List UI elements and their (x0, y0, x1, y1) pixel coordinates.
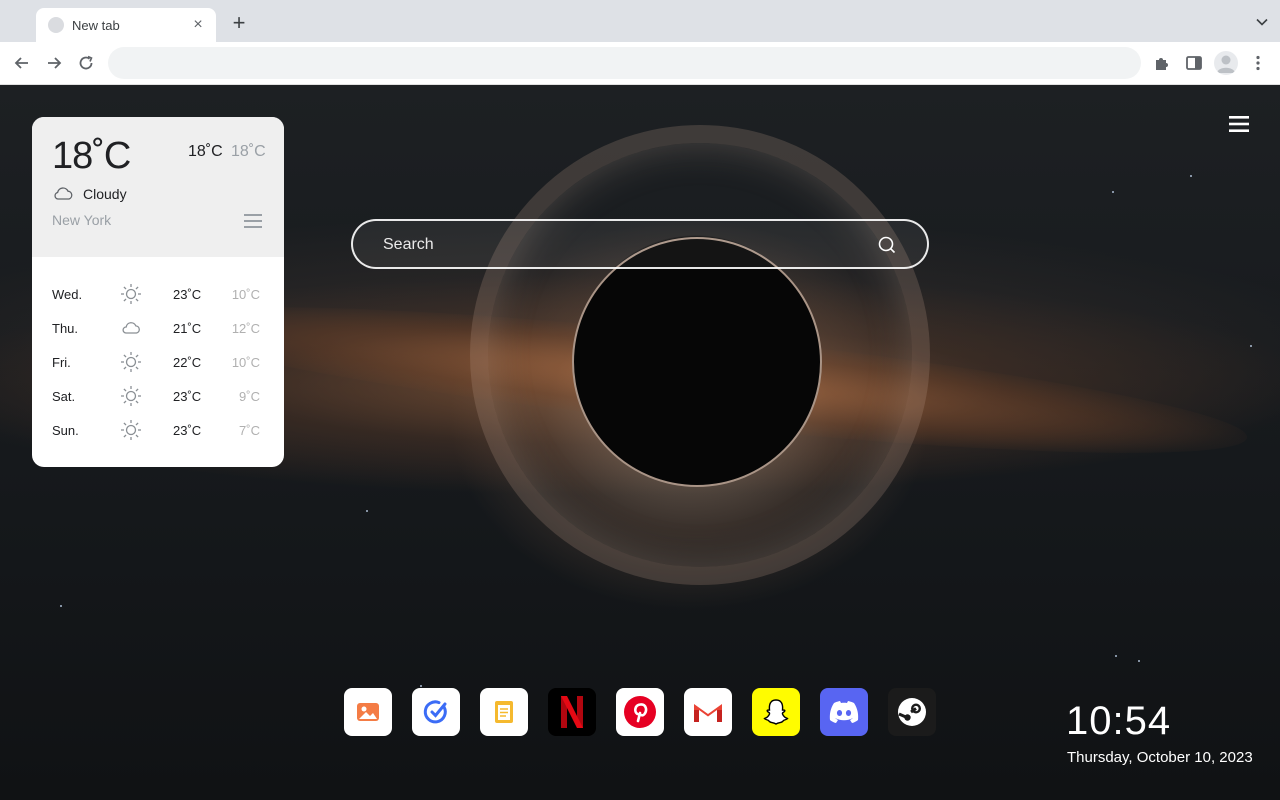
forecast-low: 12˚C (231, 321, 260, 336)
steam-icon (898, 698, 926, 726)
netflix-icon (561, 696, 583, 728)
profile-avatar[interactable] (1214, 51, 1238, 75)
sun-icon (121, 420, 141, 440)
page-menu-icon[interactable] (1229, 116, 1249, 132)
app-discord[interactable] (820, 688, 868, 736)
tab-new-tab[interactable]: New tab × (36, 8, 216, 42)
forecast-high: 23˚C (173, 287, 202, 302)
forecast-low: 10˚C (231, 355, 260, 370)
gmail-icon (694, 704, 722, 722)
cloud-icon (122, 322, 140, 334)
forecast-list: Wed. 23˚C 10˚C Thu. 21˚C 12˚C Fri. 22˚C … (32, 277, 284, 447)
current-condition: Cloudy (83, 186, 127, 202)
sun-icon (121, 284, 141, 304)
tab-strip: New tab × + (0, 0, 1280, 42)
kebab-menu-icon[interactable] (1248, 53, 1268, 73)
star (1190, 175, 1192, 177)
user-icon (1217, 55, 1235, 73)
forecast-row: Thu. 21˚C 12˚C (32, 311, 284, 345)
forecast-low: 7˚C (239, 423, 260, 438)
star (1250, 345, 1252, 347)
app-tasks[interactable] (412, 688, 460, 736)
forecast-high: 22˚C (173, 355, 202, 370)
forward-arrow-icon[interactable] (44, 53, 64, 73)
forecast-low: 9˚C (239, 389, 260, 404)
cloud-icon (54, 187, 73, 200)
weather-menu-icon[interactable] (244, 213, 262, 229)
sun-icon (121, 352, 141, 372)
close-icon[interactable]: × (190, 17, 206, 33)
new-tab-page: 18˚C Cloudy New York 18˚C 18˚C Wed. 23˚C… (0, 85, 1280, 800)
globe-icon (48, 17, 64, 33)
star (366, 510, 368, 512)
app-gallery[interactable] (344, 688, 392, 736)
app-notes[interactable] (480, 688, 528, 736)
search-bar (351, 219, 929, 269)
star (420, 685, 422, 687)
address-bar-input[interactable] (108, 47, 1141, 79)
extensions-puzzle-icon[interactable] (1152, 53, 1172, 73)
snapchat-icon (763, 699, 789, 725)
forecast-day: Thu. (52, 321, 79, 336)
city-name: New York (52, 212, 112, 228)
app-steam[interactable] (888, 688, 936, 736)
unit-toggle-celsius[interactable]: 18˚C (188, 143, 223, 161)
weather-widget: 18˚C Cloudy New York 18˚C 18˚C Wed. 23˚C… (32, 117, 284, 467)
search-input[interactable] (383, 233, 863, 257)
forecast-row: Sat. 23˚C 9˚C (32, 379, 284, 413)
star (60, 605, 62, 607)
clock-time: 10:54 (1066, 699, 1172, 743)
reload-icon[interactable] (76, 53, 96, 73)
app-pinterest[interactable] (616, 688, 664, 736)
sun-icon (121, 386, 141, 406)
wallpaper-black-hole (572, 237, 822, 487)
back-arrow-icon[interactable] (12, 53, 32, 73)
check-circle-icon (423, 700, 447, 724)
search-icon[interactable] (877, 235, 897, 255)
chevron-down-icon[interactable] (1256, 16, 1268, 28)
current-temperature: 18˚C (52, 135, 131, 177)
app-gmail[interactable] (684, 688, 732, 736)
app-dock (344, 688, 936, 736)
side-panel-icon[interactable] (1184, 53, 1204, 73)
forecast-low: 10˚C (231, 287, 260, 302)
app-netflix[interactable] (548, 688, 596, 736)
forecast-day: Wed. (52, 287, 83, 302)
note-icon (495, 701, 513, 723)
app-snapchat[interactable] (752, 688, 800, 736)
new-tab-button[interactable]: + (228, 12, 250, 35)
star (1112, 191, 1114, 193)
discord-icon (829, 701, 859, 723)
unit-toggle-secondary[interactable]: 18˚C (231, 143, 266, 161)
forecast-high: 21˚C (173, 321, 202, 336)
forecast-row: Fri. 22˚C 10˚C (32, 345, 284, 379)
pinterest-icon (624, 696, 656, 728)
weather-current: 18˚C Cloudy New York 18˚C 18˚C (32, 117, 284, 257)
forecast-row: Sun. 23˚C 7˚C (32, 413, 284, 447)
forecast-high: 23˚C (173, 423, 202, 438)
forecast-high: 23˚C (173, 389, 202, 404)
star (1115, 655, 1117, 657)
tab-title: New tab (72, 17, 120, 33)
clock-date: Thursday, October 10, 2023 (1067, 749, 1253, 766)
forecast-day: Fri. (52, 355, 71, 370)
browser-toolbar (0, 42, 1280, 85)
forecast-day: Sat. (52, 389, 76, 404)
star (1138, 660, 1140, 662)
forecast-row: Wed. 23˚C 10˚C (32, 277, 284, 311)
forecast-day: Sun. (52, 423, 79, 438)
image-icon (357, 703, 379, 721)
